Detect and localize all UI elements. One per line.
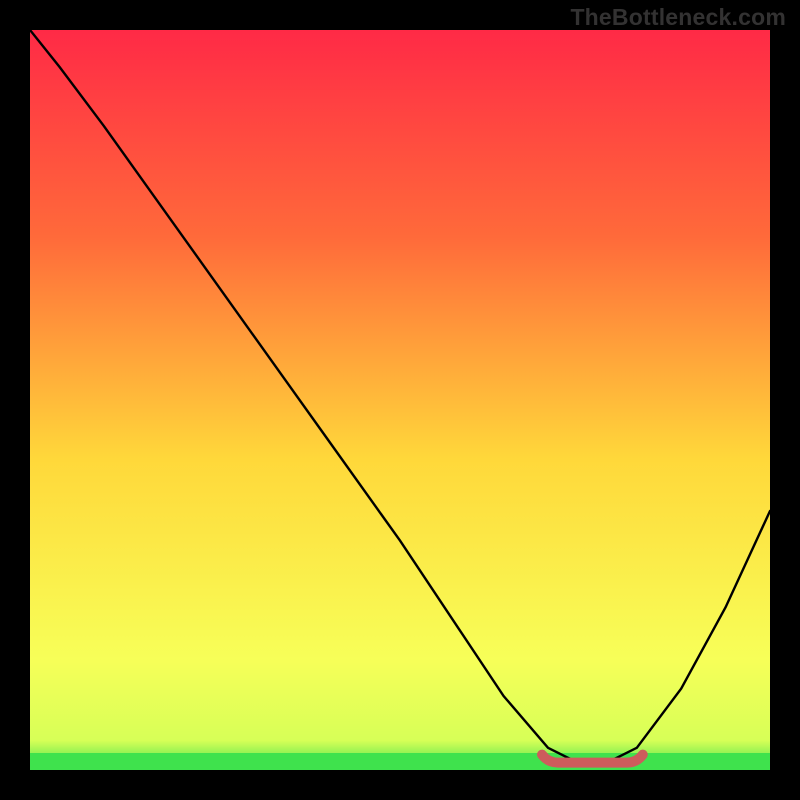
chart-frame: TheBottleneck.com	[0, 0, 800, 800]
gradient-background	[30, 30, 770, 770]
bottom-green-band	[30, 753, 770, 770]
chart-svg	[30, 30, 770, 770]
watermark-text: TheBottleneck.com	[570, 4, 786, 31]
plot-area	[30, 30, 770, 770]
